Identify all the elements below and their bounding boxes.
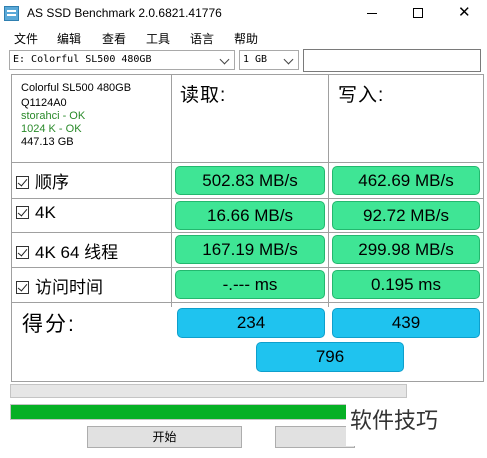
minimize-icon xyxy=(367,13,377,14)
divider xyxy=(171,74,172,307)
abort-button[interactable] xyxy=(275,426,355,448)
menu-view[interactable]: 查看 xyxy=(102,30,126,47)
close-icon: ✕ xyxy=(458,4,471,21)
size-select-value: 1 GB xyxy=(243,54,268,65)
access-time-read-result: -.--- ms xyxy=(175,270,325,299)
title-bar: AS SSD Benchmark 2.0.6821.41776 ✕ xyxy=(0,0,487,27)
maximize-button[interactable] xyxy=(395,0,441,27)
drive-select-value: E: Colorful SL500 480GB xyxy=(13,54,152,65)
drive-alignment-status: 1024 K - OK xyxy=(21,123,82,135)
test-4k-label[interactable]: 4K xyxy=(16,203,56,223)
start-button[interactable]: 开始 xyxy=(87,426,242,448)
minimize-button[interactable] xyxy=(349,0,395,27)
drive-info: Colorful SL500 480GB Q1124A0 storahci - … xyxy=(21,82,131,149)
app-icon xyxy=(4,6,19,21)
window-title: AS SSD Benchmark 2.0.6821.41776 xyxy=(27,6,222,20)
drive-select[interactable]: E: Colorful SL500 480GB xyxy=(9,50,235,70)
path-input[interactable] xyxy=(303,49,481,72)
sequential-read-result: 502.83 MB/s xyxy=(175,166,325,195)
4k-write-result: 92.72 MB/s xyxy=(332,201,480,230)
chevron-down-icon xyxy=(282,53,296,67)
test-access-time-label[interactable]: 访问时间 xyxy=(16,273,103,298)
sequential-write-result: 462.69 MB/s xyxy=(332,166,480,195)
divider xyxy=(11,302,484,303)
divider xyxy=(11,232,484,233)
divider xyxy=(11,198,484,199)
drive-name: Colorful SL500 480GB xyxy=(21,82,132,94)
menu-tools[interactable]: 工具 xyxy=(146,30,170,47)
divider xyxy=(11,162,484,163)
access-time-write-result: 0.195 ms xyxy=(332,270,480,299)
drive-driver-status: storahci - OK xyxy=(21,110,86,122)
test-4k64-label[interactable]: 4K 64 线程 xyxy=(16,238,118,263)
divider xyxy=(328,74,329,307)
write-column-header: 写入: xyxy=(338,85,385,106)
write-score: 439 xyxy=(332,308,480,338)
4k64-write-result: 299.98 MB/s xyxy=(332,235,480,264)
watermark-text: 软件技巧 xyxy=(346,398,487,446)
read-column-header: 读取: xyxy=(180,85,227,106)
menu-help[interactable]: 帮助 xyxy=(234,30,258,47)
overall-progress-bar xyxy=(10,404,350,420)
menu-edit[interactable]: 编辑 xyxy=(57,30,81,47)
test-sequential-label[interactable]: 顺序 xyxy=(16,168,69,193)
chevron-down-icon xyxy=(218,53,232,67)
menu-bar: 文件 编辑 查看 工具 语言 帮助 xyxy=(0,28,487,48)
total-score: 796 xyxy=(256,342,404,372)
overall-progress-fill xyxy=(11,405,349,419)
menu-language[interactable]: 语言 xyxy=(190,30,214,47)
close-button[interactable]: ✕ xyxy=(441,0,487,27)
checkbox-checked-icon[interactable] xyxy=(16,206,29,219)
4k64-read-result: 167.19 MB/s xyxy=(175,235,325,264)
test-progress-bar xyxy=(10,384,407,398)
read-score: 234 xyxy=(177,308,325,338)
divider xyxy=(11,267,484,268)
score-label: 得分: xyxy=(22,313,76,336)
size-select[interactable]: 1 GB xyxy=(239,50,299,70)
drive-firmware: Q1124A0 xyxy=(21,97,67,109)
drive-capacity: 447.13 GB xyxy=(21,136,74,148)
checkbox-checked-icon[interactable] xyxy=(16,246,29,259)
checkbox-checked-icon[interactable] xyxy=(16,176,29,189)
maximize-icon xyxy=(413,8,423,18)
menu-file[interactable]: 文件 xyxy=(14,30,38,47)
4k-read-result: 16.66 MB/s xyxy=(175,201,325,230)
checkbox-checked-icon[interactable] xyxy=(16,281,29,294)
